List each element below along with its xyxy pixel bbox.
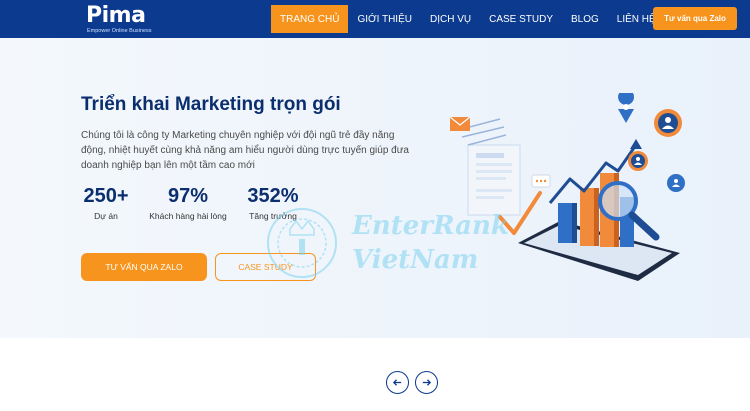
- stat-projects: 250+ Dự án: [81, 184, 131, 221]
- arrow-right-icon: [422, 379, 432, 386]
- envelope-icon: [449, 116, 471, 131]
- user-badge-icon: [654, 109, 682, 137]
- nav-item-services[interactable]: DỊCH VỤ: [421, 5, 480, 33]
- stat-label: Khách hàng hài lòng: [149, 211, 227, 221]
- nav-item-case-study[interactable]: CASE STUDY: [480, 5, 562, 33]
- top-navbar: Pima Empower Online Business TRANG CHỦ G…: [0, 0, 750, 38]
- main-menu: TRANG CHỦ GIỚI THIỆU DỊCH VỤ CASE STUDY …: [271, 5, 665, 33]
- zalo-consult-cta-button[interactable]: TƯ VẤN QUA ZALO: [81, 253, 207, 281]
- arrow-left-icon: [392, 379, 402, 386]
- user-badge-icon: [667, 174, 685, 192]
- stat-satisfaction: 97% Khách hàng hài lòng: [146, 184, 230, 221]
- hero-description: Chúng tôi là công ty Marketing chuyên ng…: [81, 130, 409, 171]
- nav-item-blog[interactable]: BLOG: [562, 5, 608, 33]
- watermark-line2: VietNam: [352, 245, 479, 275]
- user-badge-icon: [628, 151, 648, 171]
- logo-name: Pima: [86, 3, 146, 28]
- chat-bubble-icon: [531, 174, 551, 188]
- nav-item-home[interactable]: TRANG CHỦ: [271, 5, 349, 33]
- hero-title: Triển khai Marketing trọn gói: [81, 94, 341, 115]
- award-seal-icon: [267, 208, 337, 278]
- carousel-prev-button[interactable]: [386, 371, 409, 394]
- stat-value: 250+: [83, 185, 129, 207]
- watermark-line1: EnterRank: [352, 211, 509, 241]
- stat-label: Dự án: [94, 211, 118, 221]
- stat-value: 97%: [167, 185, 209, 207]
- hero-section: Triển khai Marketing trọn gói Chúng tôi …: [0, 38, 750, 338]
- pima-logo[interactable]: Pima Empower Online Business: [86, 4, 166, 36]
- watermark: EnterRank VietNam: [262, 203, 509, 283]
- logo-tagline: Empower Online Business: [87, 28, 152, 34]
- zalo-consult-button[interactable]: Tư vấn qua Zalo: [653, 7, 737, 30]
- carousel-next-button[interactable]: [415, 371, 438, 394]
- nav-item-about[interactable]: GIỚI THIỆU: [348, 5, 421, 33]
- location-pin-icon: [618, 93, 634, 123]
